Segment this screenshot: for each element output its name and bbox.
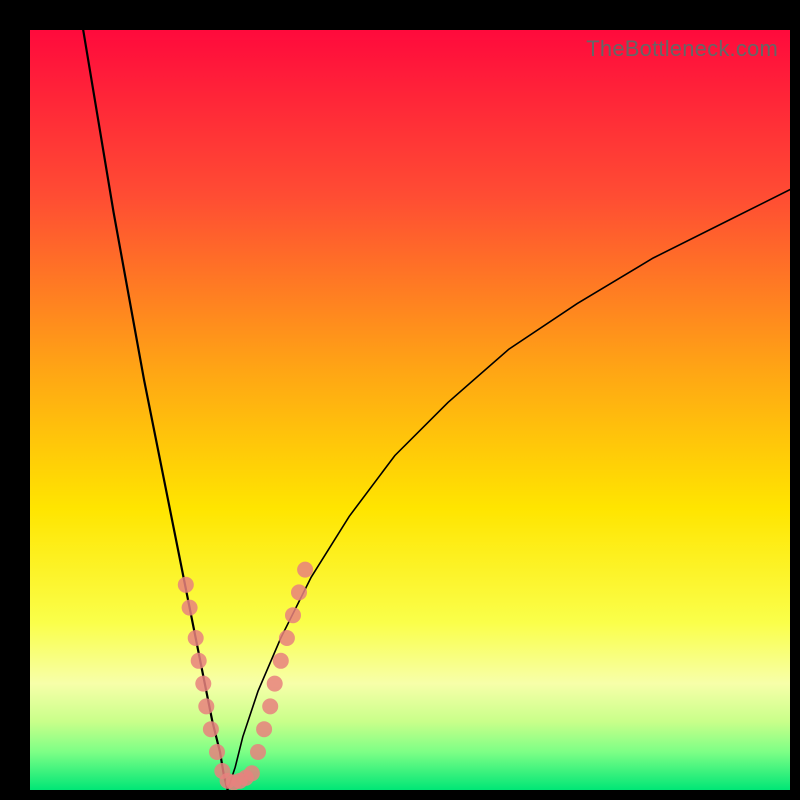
plot-area: TheBottleneck.com [30,30,790,790]
scatter-dot [291,584,307,600]
scatter-dot [256,721,272,737]
scatter-dot [273,653,289,669]
curve-right [228,190,790,790]
scatter-dot [198,698,214,714]
scatter-dot [297,562,313,578]
curve-left [83,30,227,790]
scatter-dot [178,577,194,593]
scatter-dot [244,765,260,781]
scatter-dot [188,630,204,646]
scatter-dot [209,744,225,760]
scatter-dot [262,698,278,714]
scatter-dot [191,653,207,669]
scatter-dot [267,676,283,692]
scatter-dot [279,630,295,646]
scatter-dot [182,600,198,616]
scatter-dot [203,721,219,737]
scatter-dot [250,744,266,760]
chart-frame: TheBottleneck.com [0,0,800,800]
curve-layer [30,30,790,790]
scatter-dot [285,607,301,623]
scatter-dot [195,676,211,692]
scatter-dots [178,562,313,790]
